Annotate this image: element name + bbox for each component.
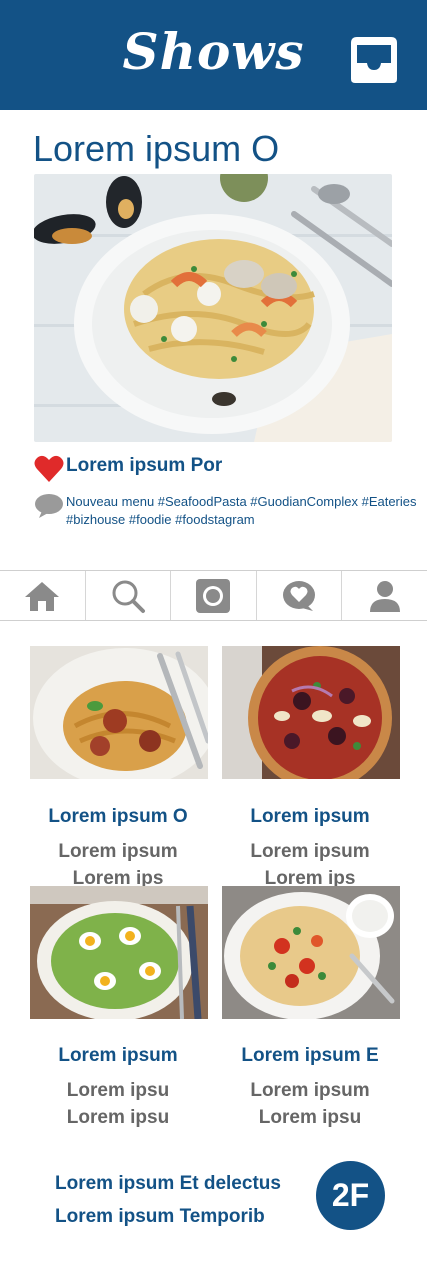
heart-icon[interactable] bbox=[34, 455, 64, 483]
spaghetti-meatballs-photo[interactable] bbox=[30, 646, 208, 779]
profile-icon[interactable] bbox=[342, 571, 427, 620]
flatbread-photo[interactable] bbox=[222, 886, 400, 1019]
heart-chat-icon[interactable] bbox=[257, 571, 343, 620]
card-title[interactable]: Lorem ipsum bbox=[215, 806, 405, 828]
camera-icon[interactable] bbox=[171, 571, 257, 620]
card-subtitle: Lorem ipsum bbox=[250, 841, 370, 862]
egg-salad-photo[interactable] bbox=[30, 886, 208, 1019]
card-subtitle: Lorem ipsu bbox=[258, 1107, 362, 1128]
app-screen: Shows Lorem ipsum O Lorem ipsum Por Nouv… bbox=[0, 0, 427, 1280]
floor-badge[interactable]: 2F bbox=[316, 1161, 385, 1230]
pizza-photo[interactable] bbox=[222, 646, 400, 779]
inbox-tray-icon[interactable] bbox=[347, 35, 401, 85]
speech-bubble-icon[interactable] bbox=[34, 493, 64, 519]
card-subtitle: Lorem ipsum bbox=[250, 1080, 370, 1101]
card-title[interactable]: Lorem ipsum E bbox=[215, 1045, 405, 1067]
card-subtitle: Lorem ipsu bbox=[66, 1080, 170, 1101]
card-title[interactable]: Lorem ipsum O bbox=[23, 806, 213, 828]
footer-link-primary[interactable]: Lorem ipsum Et delectus bbox=[55, 1173, 281, 1195]
footer-link-secondary[interactable]: Lorem ipsum Temporib bbox=[55, 1206, 265, 1228]
home-icon[interactable] bbox=[0, 571, 86, 620]
post-caption: Nouveau menu #SeafoodPasta #GuodianCompl… bbox=[66, 494, 417, 527]
card-title[interactable]: Lorem ipsum bbox=[23, 1045, 213, 1067]
app-header: Shows bbox=[0, 0, 427, 110]
card-subtitle: Lorem ipsu bbox=[66, 1107, 170, 1128]
search-icon[interactable] bbox=[86, 571, 172, 620]
post-title: Lorem ipsum O bbox=[33, 128, 280, 169]
card-subtitle: Lorem ipsum bbox=[58, 841, 178, 862]
seafood-pasta-photo[interactable] bbox=[34, 174, 392, 442]
post-author[interactable]: Lorem ipsum Por bbox=[66, 455, 222, 477]
bottom-nav-bar bbox=[0, 570, 427, 621]
